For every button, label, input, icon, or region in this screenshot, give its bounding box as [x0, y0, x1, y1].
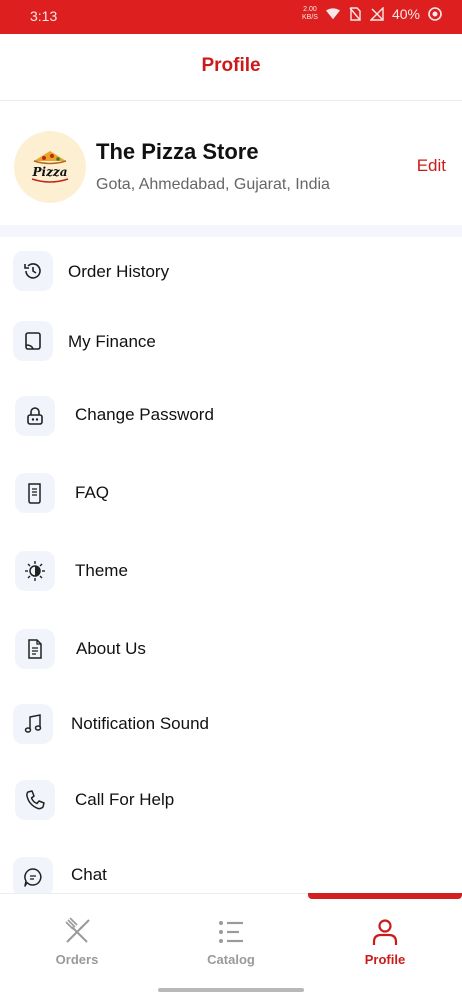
- status-bar: 3:13 2.00 KB/S 40%: [0, 0, 462, 34]
- store-location: Gota, Ahmedabad, Gujarat, India: [96, 176, 330, 193]
- document-icon: [15, 629, 55, 669]
- list-icon: [154, 916, 308, 948]
- battery-level: 40%: [391, 6, 420, 22]
- store-logo: Pizza: [14, 131, 86, 203]
- menu-item-faq[interactable]: FAQ: [0, 463, 462, 523]
- menu-item-label: About Us: [76, 639, 146, 658]
- menu-item-chat[interactable]: Chat: [0, 845, 462, 893]
- network-speed: 2.00 KB/S: [302, 6, 318, 22]
- menu-item-call-for-help[interactable]: Call For Help: [0, 770, 462, 830]
- status-icons: 2.00 KB/S 40%: [302, 6, 442, 22]
- fork-knife-icon: [0, 916, 154, 948]
- scroll-icon: [15, 473, 55, 513]
- menu-item-label: Notification Sound: [71, 714, 209, 733]
- network-speed-value: 2.00: [303, 6, 317, 13]
- wallet-icon: [13, 321, 53, 361]
- edit-profile-button[interactable]: Edit: [417, 156, 446, 176]
- menu-item-about-us[interactable]: About Us: [0, 619, 462, 679]
- chat-icon: [13, 857, 53, 893]
- menu-item-label: FAQ: [75, 483, 110, 502]
- menu-item-my-finance[interactable]: My Finance: [0, 311, 462, 371]
- menu-item-notification-sound[interactable]: Notification Sound: [0, 694, 462, 754]
- pizza-logo-icon: Pizza: [32, 151, 69, 183]
- store-logo-text: Pizza: [32, 165, 68, 179]
- menu-item-label: Order History: [68, 262, 170, 281]
- wifi-icon: [325, 7, 340, 21]
- nav-tab-label: Catalog: [207, 952, 255, 967]
- history-icon: [13, 251, 53, 291]
- no-signal-icon: [369, 7, 384, 21]
- bottom-navigation: Orders Catalog Profile: [0, 893, 462, 1001]
- menu-item-label: My Finance: [68, 332, 156, 351]
- status-time: 3:13: [30, 8, 58, 24]
- nav-tab-label: Orders: [55, 952, 99, 967]
- nav-tab-profile[interactable]: Profile: [308, 916, 462, 967]
- nav-tab-catalog[interactable]: Catalog: [154, 916, 308, 967]
- store-profile-card: Pizza The Pizza Store Gota, Ahmedabad, G…: [0, 101, 462, 225]
- profile-menu-list: Order History My Finance Change Password…: [0, 237, 462, 893]
- no-sim-icon: [348, 7, 362, 21]
- page-title: Profile: [201, 55, 261, 76]
- menu-item-change-password[interactable]: Change Password: [0, 385, 462, 445]
- app-header: Profile: [0, 34, 462, 101]
- network-speed-unit: KB/S: [302, 14, 318, 21]
- music-note-icon: [13, 704, 53, 744]
- menu-item-label: Theme: [75, 561, 128, 580]
- active-tab-indicator: [308, 893, 462, 899]
- menu-item-label: Change Password: [75, 405, 214, 424]
- theme-icon: [15, 551, 55, 591]
- menu-item-label: Call For Help: [75, 790, 175, 809]
- battery-icon: [428, 7, 442, 21]
- phone-icon: [15, 780, 55, 820]
- home-indicator[interactable]: [158, 988, 304, 992]
- lock-icon: [15, 396, 55, 436]
- store-name: The Pizza Store: [96, 139, 259, 164]
- nav-tab-label: Profile: [364, 952, 406, 967]
- user-icon: [308, 916, 462, 948]
- menu-item-theme[interactable]: Theme: [0, 541, 462, 601]
- menu-item-label: Chat: [71, 865, 107, 884]
- section-divider: [0, 225, 462, 237]
- menu-item-order-history[interactable]: Order History: [0, 241, 462, 301]
- nav-tab-orders[interactable]: Orders: [0, 916, 154, 967]
